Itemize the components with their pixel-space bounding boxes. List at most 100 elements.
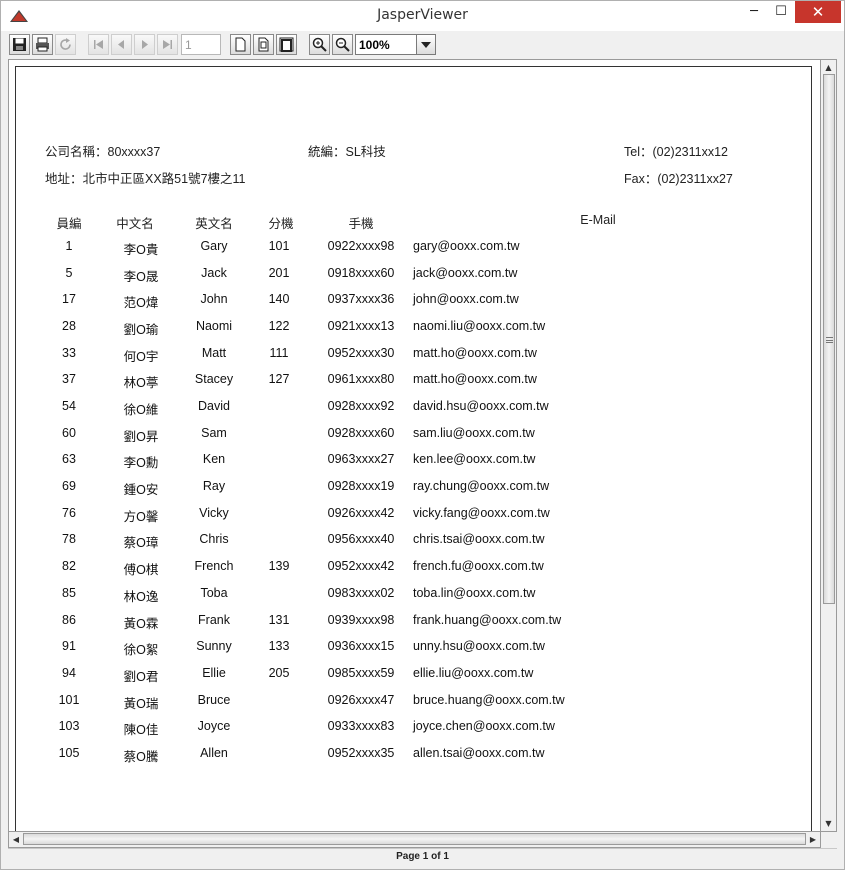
cell-chinese-name: 方O馨: [123, 509, 159, 524]
cell-english-name: Jack: [201, 265, 227, 280]
cell-english-name: French: [194, 559, 234, 574]
cell-mobile: 0963xxxx27: [327, 452, 395, 467]
save-icon: [13, 38, 26, 51]
cell-employee-id: 76: [62, 505, 76, 520]
last-page-button[interactable]: [157, 34, 178, 55]
zoom-out-button[interactable]: [332, 34, 353, 55]
cell-mobile: 0937xxxx36: [327, 292, 395, 307]
reload-icon: [60, 38, 71, 50]
cell-employee-id: 63: [62, 452, 76, 467]
table-row: 94 劉O君 Ellie 205 0985xxxx59 ellie.liu@ooxx.co…: [16, 666, 811, 692]
cell-mobile: 0922xxxx98: [327, 239, 395, 253]
cell-mobile: 0939xxxx98: [327, 612, 395, 627]
first-page-button[interactable]: [88, 34, 109, 55]
cell-employee-id: 1: [65, 239, 73, 253]
minimize-button[interactable]: ─: [739, 1, 769, 23]
cell-mobile: 0952xxxx30: [327, 345, 395, 360]
cell-chinese-name: 林O葶: [123, 376, 159, 391]
table-row: 33 何O宇 Matt 111 0952xxxx30 matt.ho@ooxx.com.t…: [16, 346, 811, 372]
cell-english-name: Sam: [201, 425, 227, 440]
column-header-email: E-Mail: [580, 213, 616, 227]
toolbar: 1 100%: [2, 31, 843, 59]
actual-size-button[interactable]: [230, 34, 251, 55]
previous-page-button[interactable]: [111, 34, 132, 55]
cell-english-name: Bruce: [197, 692, 231, 707]
cell-english-name: Frank: [198, 612, 230, 627]
cell-chinese-name: 何O宇: [123, 349, 159, 364]
print-button[interactable]: [32, 34, 53, 55]
next-page-icon: [142, 40, 148, 49]
vertical-scroll-thumb[interactable]: [823, 74, 835, 604]
grip-icon: [826, 337, 833, 343]
cell-email: toba.lin@ooxx.com.tw: [413, 585, 536, 600]
last-page-icon: [163, 40, 172, 49]
cell-mobile: 0933xxxx83: [327, 719, 395, 734]
cell-chinese-name: 鍾O安: [123, 483, 159, 498]
cell-english-name: Ellie: [202, 665, 226, 680]
cell-chinese-name: 劉O瑜: [123, 323, 159, 338]
cell-email: joyce.chen@ooxx.com.tw: [413, 719, 555, 734]
table-row: 69 鍾O安 Ray 0928xxxx19 ray.chung@ooxx.com.tw: [16, 479, 811, 505]
cell-employee-id: 78: [62, 532, 76, 547]
actual-size-icon: [235, 37, 246, 52]
reload-button[interactable]: [55, 34, 76, 55]
table-row: 17 范O煒 John 140 0937xxxx36 john@ooxx.com.tw: [16, 292, 811, 318]
cell-extension: 205: [268, 665, 290, 680]
cell-extension: 127: [268, 372, 290, 387]
table-row: 103 陳O佳 Joyce 0933xxxx83 joyce.chen@ooxx.com…: [16, 719, 811, 745]
cell-mobile: 0956xxxx40: [327, 532, 395, 547]
cell-employee-id: 86: [62, 612, 76, 627]
horizontal-scrollbar[interactable]: ◀ ▶: [8, 832, 821, 848]
cell-english-name: David: [198, 399, 230, 414]
cell-mobile: 0928xxxx92: [327, 399, 395, 414]
cell-employee-id: 5: [65, 265, 73, 280]
scroll-left-arrow-icon[interactable]: ◀: [9, 832, 23, 847]
cell-extension: 140: [268, 292, 290, 307]
scroll-down-arrow-icon[interactable]: ▼: [821, 816, 836, 832]
zoom-out-icon: [335, 37, 350, 52]
scroll-right-arrow-icon[interactable]: ▶: [806, 832, 820, 847]
table-row: 37 林O葶 Stacey 127 0961xxxx80 matt.ho@ooxx.com…: [16, 372, 811, 398]
close-button[interactable]: ✕: [795, 1, 841, 23]
cell-employee-id: 28: [62, 319, 76, 334]
vertical-scrollbar[interactable]: ▲ ▼: [821, 59, 837, 832]
save-button[interactable]: [9, 34, 30, 55]
fit-width-button[interactable]: [276, 34, 297, 55]
maximize-button[interactable]: ☐: [766, 1, 796, 23]
zoom-level-input[interactable]: 100%: [355, 34, 417, 55]
fit-page-button[interactable]: [253, 34, 274, 55]
page-number-input[interactable]: 1: [181, 34, 221, 55]
cell-mobile: 0952xxxx42: [327, 559, 395, 574]
cell-extension: 201: [268, 265, 290, 280]
table-row: 86 黃O霖 Frank 131 0939xxxx98 frank.huang@ooxx.…: [16, 613, 811, 639]
cell-mobile: 0985xxxx59: [327, 665, 395, 680]
cell-extension: 111: [269, 345, 289, 360]
cell-email: bruce.huang@ooxx.com.tw: [413, 692, 565, 707]
cell-mobile: 0952xxxx35: [327, 745, 395, 760]
cell-english-name: Joyce: [197, 719, 231, 734]
chevron-down-icon: [421, 41, 431, 48]
report-viewport[interactable]: 公司名稱：80xxxx37 統編：SL科技 Tel：(02)2311xx12 地…: [8, 59, 821, 832]
next-page-button[interactable]: [134, 34, 155, 55]
fit-page-icon: [258, 37, 269, 52]
cell-chinese-name: 黃O霖: [123, 616, 159, 631]
table-row: 63 李O勳 Ken 0963xxxx27 ken.lee@ooxx.com.tw: [16, 452, 811, 478]
title-bar[interactable]: JasperViewer ─ ☐ ✕: [1, 1, 844, 31]
cell-english-name: Gary: [200, 239, 228, 253]
cell-employee-id: 91: [62, 639, 76, 654]
print-icon: [36, 37, 49, 52]
cell-chinese-name: 李O晟: [123, 269, 159, 284]
cell-mobile: 0961xxxx80: [327, 372, 395, 387]
cell-english-name: Vicky: [199, 505, 229, 520]
cell-english-name: Toba: [200, 585, 228, 600]
cell-english-name: Ken: [202, 452, 226, 467]
horizontal-scroll-thumb[interactable]: [23, 833, 806, 845]
table-row: 54 徐O維 David 0928xxxx92 david.hsu@ooxx.com.t…: [16, 399, 811, 425]
zoom-dropdown-button[interactable]: [416, 34, 436, 55]
table-row: 82 傅O棋 French 139 0952xxxx42 french.fu@ooxx.c…: [16, 559, 811, 585]
cell-employee-id: 69: [62, 479, 76, 494]
zoom-in-button[interactable]: [309, 34, 330, 55]
cell-chinese-name: 黃O瑞: [123, 696, 159, 711]
column-header-extension: 分機: [268, 217, 294, 231]
cell-employee-id: 101: [58, 692, 80, 707]
